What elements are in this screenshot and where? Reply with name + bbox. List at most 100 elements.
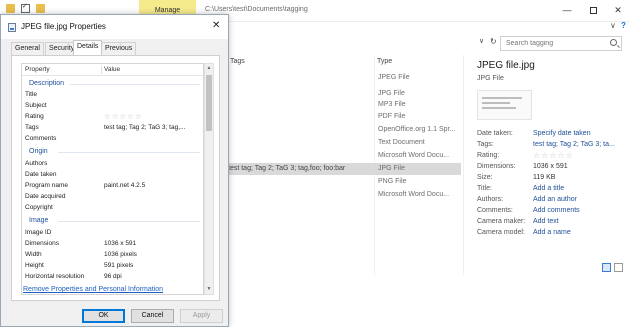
property-row-title[interactable]: Title bbox=[22, 89, 203, 100]
property-row-image-id[interactable]: Image ID bbox=[22, 227, 203, 238]
properties-icon[interactable] bbox=[21, 2, 30, 13]
title-field[interactable]: Add a title bbox=[533, 184, 564, 194]
tab-previous-versions[interactable]: Previous Versions bbox=[101, 42, 137, 64]
property-row-dimensions[interactable]: Dimensions 1036 x 591 bbox=[22, 238, 203, 249]
property-row-authors[interactable]: Authors bbox=[22, 158, 203, 169]
maximize-icon bbox=[589, 6, 597, 14]
file-type: Microsoft Word Docu... bbox=[378, 191, 450, 198]
properties-dialog: JPEG file.jpg Properties ✕ General Secur… bbox=[0, 14, 229, 327]
dialog-titlebar[interactable]: JPEG file.jpg Properties ✕ bbox=[1, 15, 228, 39]
rating-stars[interactable]: ☆☆☆☆☆ bbox=[533, 151, 574, 161]
camera-model-field[interactable]: Add a name bbox=[533, 228, 571, 238]
property-list[interactable]: Property Value Description Title Subject… bbox=[21, 63, 204, 295]
quick-access-toolbar bbox=[6, 2, 45, 13]
section-origin: Origin bbox=[22, 146, 203, 157]
section-description: Description bbox=[22, 78, 203, 89]
remove-properties-link[interactable]: Remove Properties and Personal Informati… bbox=[23, 286, 163, 293]
file-type: OpenOffice.org 1.1 Spr... bbox=[378, 126, 456, 133]
column-header-value[interactable]: Value bbox=[104, 64, 120, 76]
pane-divider[interactable] bbox=[463, 55, 464, 275]
property-row-height[interactable]: Height 591 pixels bbox=[22, 260, 203, 271]
file-row-selected[interactable]: test tag; Tag 2; TaG 3; tag,foo; foo:bar… bbox=[228, 163, 461, 175]
window-path-title: C:\Users\test\Documents\tagging bbox=[205, 6, 308, 13]
dialog-title: JPEG file.jpg Properties bbox=[21, 22, 106, 31]
file-row[interactable]: MP3 File bbox=[228, 99, 461, 111]
refresh-icon[interactable]: ↻ bbox=[490, 37, 497, 46]
tags-field[interactable]: test tag; Tag 2; TaG 3; ta... bbox=[533, 140, 615, 150]
file-row[interactable]: Text Document bbox=[228, 137, 461, 149]
large-icons-view-icon[interactable] bbox=[614, 263, 623, 272]
tab-general[interactable]: General bbox=[11, 42, 44, 55]
file-row[interactable]: PDF File bbox=[228, 111, 461, 123]
minimize-button[interactable]: — bbox=[553, 0, 581, 20]
file-type: Microsoft Word Docu... bbox=[378, 152, 450, 159]
property-row-rating[interactable]: Rating ☆☆☆☆☆ bbox=[22, 111, 203, 122]
cancel-button[interactable]: Cancel bbox=[131, 309, 174, 323]
property-row-program-name[interactable]: Program name paint.net 4.2.5 bbox=[22, 180, 203, 191]
file-icon bbox=[8, 23, 16, 32]
search-input[interactable] bbox=[501, 37, 606, 50]
folder-icon[interactable] bbox=[6, 4, 15, 13]
scroll-down-icon[interactable]: ▼ bbox=[205, 285, 213, 294]
search-icon bbox=[610, 39, 617, 46]
ok-button[interactable]: OK bbox=[82, 309, 125, 323]
property-row-horizontal-resolution[interactable]: Horizontal resolution 96 dpi bbox=[22, 271, 203, 282]
file-tags: test tag; Tag 2; TaG 3; tag,foo; foo:bar bbox=[228, 165, 346, 172]
file-type: PDF File bbox=[378, 113, 406, 120]
ribbon-expand-icon[interactable]: ∨ bbox=[610, 21, 616, 30]
file-row[interactable]: Microsoft Word Docu... bbox=[228, 189, 461, 201]
scroll-up-icon[interactable]: ▲ bbox=[205, 64, 213, 73]
property-list-header: Property Value bbox=[22, 64, 203, 76]
details-file-type: JPG File bbox=[477, 75, 504, 82]
details-row-title: Title: Add a title bbox=[477, 184, 565, 194]
details-row-camera-maker: Camera maker: Add text bbox=[477, 217, 559, 227]
property-row-tags[interactable]: Tags test tag; Tag 2; TaG 3; tag,... bbox=[22, 122, 203, 133]
search-box[interactable] bbox=[500, 36, 622, 51]
property-row-copyright[interactable]: Copyright bbox=[22, 202, 203, 213]
date-taken-field[interactable]: Specify date taken bbox=[533, 129, 591, 139]
file-row[interactable]: PNG File bbox=[228, 176, 461, 188]
authors-field[interactable]: Add an author bbox=[533, 195, 577, 205]
file-row[interactable]: OpenOffice.org 1.1 Spr... bbox=[228, 124, 461, 136]
column-header-tags[interactable]: Tags bbox=[230, 55, 245, 69]
file-type: JPG File bbox=[378, 165, 405, 172]
maximize-button[interactable] bbox=[579, 0, 607, 20]
file-row[interactable]: JPEG File bbox=[228, 72, 461, 84]
details-pane: JPEG file.jpg JPG File Date taken: Speci… bbox=[470, 55, 628, 275]
details-row-comments: Comments: Add comments bbox=[477, 206, 580, 216]
details-row-authors: Authors: Add an author bbox=[477, 195, 577, 205]
apply-button[interactable]: Apply bbox=[180, 309, 223, 323]
thumbnail-preview bbox=[477, 90, 532, 120]
details-row-tags: Tags: test tag; Tag 2; TaG 3; ta... bbox=[477, 140, 615, 150]
comments-field[interactable]: Add comments bbox=[533, 206, 580, 216]
details-panel: Property Value Description Title Subject… bbox=[11, 55, 220, 301]
details-row-camera-model: Camera model: Add a name bbox=[477, 228, 571, 238]
property-row-date-acquired[interactable]: Date acquired bbox=[22, 191, 203, 202]
details-row-date-taken: Date taken: Specify date taken bbox=[477, 129, 591, 139]
camera-maker-field[interactable]: Add text bbox=[533, 217, 559, 227]
rating-stars[interactable]: ☆☆☆☆☆ bbox=[104, 111, 143, 122]
details-row-rating: Rating: ☆☆☆☆☆ bbox=[477, 151, 574, 161]
details-file-name: JPEG file.jpg bbox=[477, 60, 535, 71]
file-type: PNG File bbox=[378, 178, 407, 185]
close-icon[interactable]: ✕ bbox=[212, 20, 220, 31]
details-row-dimensions: Dimensions: 1036 x 591 bbox=[477, 163, 568, 170]
details-view-icon[interactable] bbox=[602, 263, 611, 272]
address-dropdown-icon[interactable]: ∨ bbox=[479, 37, 484, 45]
tab-details[interactable]: Details bbox=[73, 40, 103, 55]
file-row[interactable]: Microsoft Word Docu... bbox=[228, 150, 461, 162]
property-row-subject[interactable]: Subject bbox=[22, 100, 203, 111]
close-window-button[interactable]: ✕ bbox=[604, 0, 630, 20]
section-image: Image bbox=[22, 215, 203, 226]
property-list-scrollbar[interactable]: ▲ ▼ bbox=[204, 63, 214, 295]
help-icon[interactable]: ? bbox=[621, 21, 626, 30]
scrollbar-thumb[interactable] bbox=[206, 75, 212, 131]
new-folder-icon[interactable] bbox=[36, 4, 45, 13]
column-header-type[interactable]: Type bbox=[377, 55, 392, 69]
file-type: Text Document bbox=[378, 139, 425, 146]
property-row-width[interactable]: Width 1036 pixels bbox=[22, 249, 203, 260]
details-row-size: Size: 119 KB bbox=[477, 174, 556, 181]
property-row-date-taken[interactable]: Date taken bbox=[22, 169, 203, 180]
property-row-comments[interactable]: Comments bbox=[22, 133, 203, 144]
column-header-property[interactable]: Property bbox=[25, 64, 50, 76]
